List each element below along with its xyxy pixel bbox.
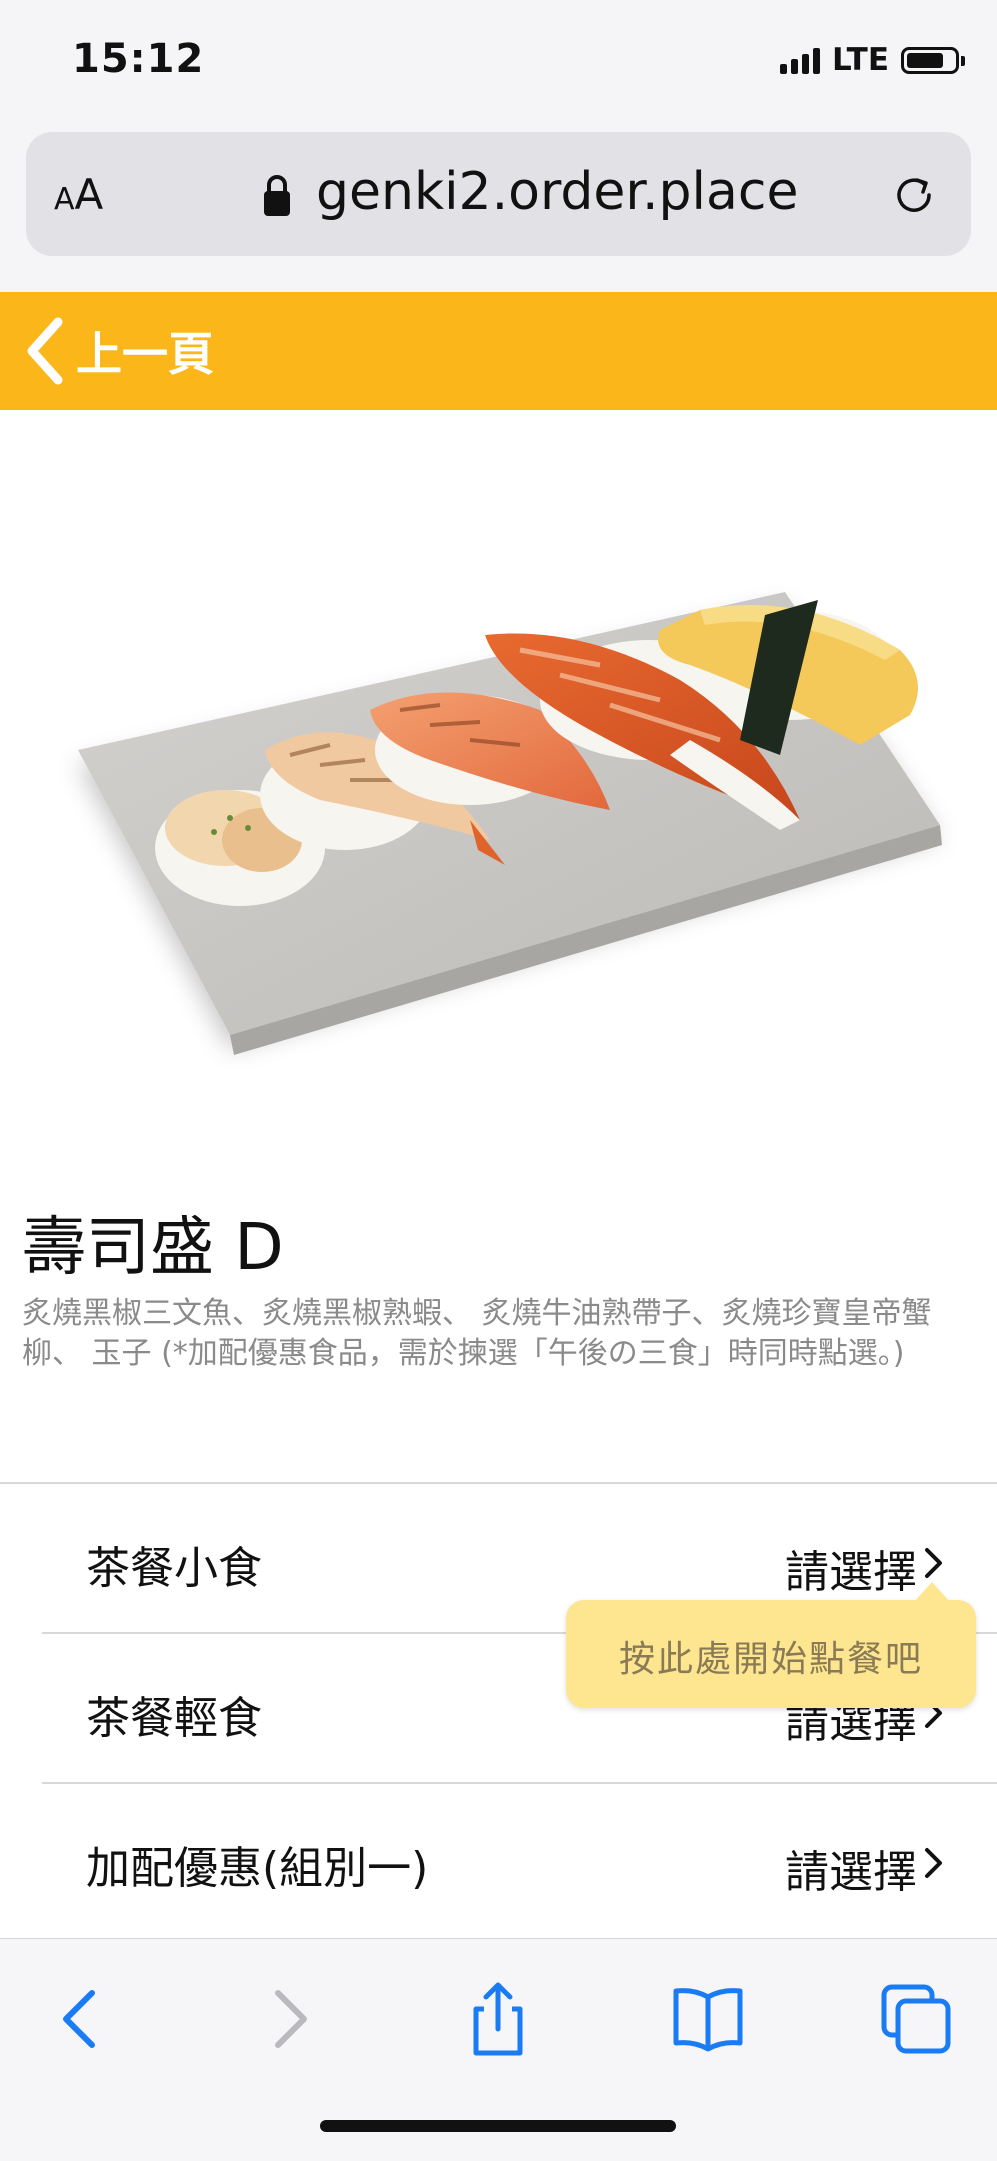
option-label: 茶餐輕食 [86,1693,262,1744]
status-time: 15:12 [72,36,205,82]
tooltip-text: 按此處開始點餐吧 [618,1639,923,1680]
browser-address-area: AA genki2.order.place [0,120,997,293]
option-action: 請選擇 [785,1847,917,1898]
chevron-right-icon [925,1548,942,1578]
product-title: 壽司盛 D [22,1211,284,1285]
lock-icon [264,175,290,216]
bookmarks-icon[interactable] [668,1979,748,2059]
product-image [78,592,942,1055]
chevron-right-icon [925,1848,942,1878]
forward-icon[interactable] [248,1979,328,2059]
home-indicator[interactable] [320,2120,676,2132]
nav-header: 上一頁 [0,292,997,410]
network-label: LTE [832,42,889,78]
back-button[interactable]: 上一頁 [0,292,260,410]
address-bar[interactable]: AA genki2.order.place [26,132,971,256]
text-size-button[interactable]: AA [54,170,103,219]
chevron-left-icon [27,317,63,385]
back-label: 上一頁 [76,327,214,381]
option-label: 茶餐小食 [86,1543,262,1594]
option-row-addon-group1[interactable]: 加配優惠(組別一) 請選擇 [42,1784,997,1934]
back-icon[interactable] [42,1979,122,2059]
product-description: 炙燒黑椒三文魚、炙燒黑椒熟蝦、 炙燒牛油熟帶子、炙燒珍寶皇帝蟹柳、 玉子 (*加… [22,1296,932,1371]
start-order-tooltip[interactable]: 按此處開始點餐吧 [566,1582,976,1708]
reload-icon[interactable] [891,172,937,218]
status-indicators: LTE [780,42,965,78]
option-label: 加配優惠(組別一) [86,1843,429,1894]
signal-icon [780,46,821,74]
share-icon[interactable] [458,1979,538,2059]
status-bar: 15:12 LTE [0,0,997,120]
tabs-icon[interactable] [876,1979,956,2059]
option-action: 請選擇 [785,1547,917,1598]
url-text: genki2.order.place [316,162,799,222]
battery-icon [901,46,965,74]
